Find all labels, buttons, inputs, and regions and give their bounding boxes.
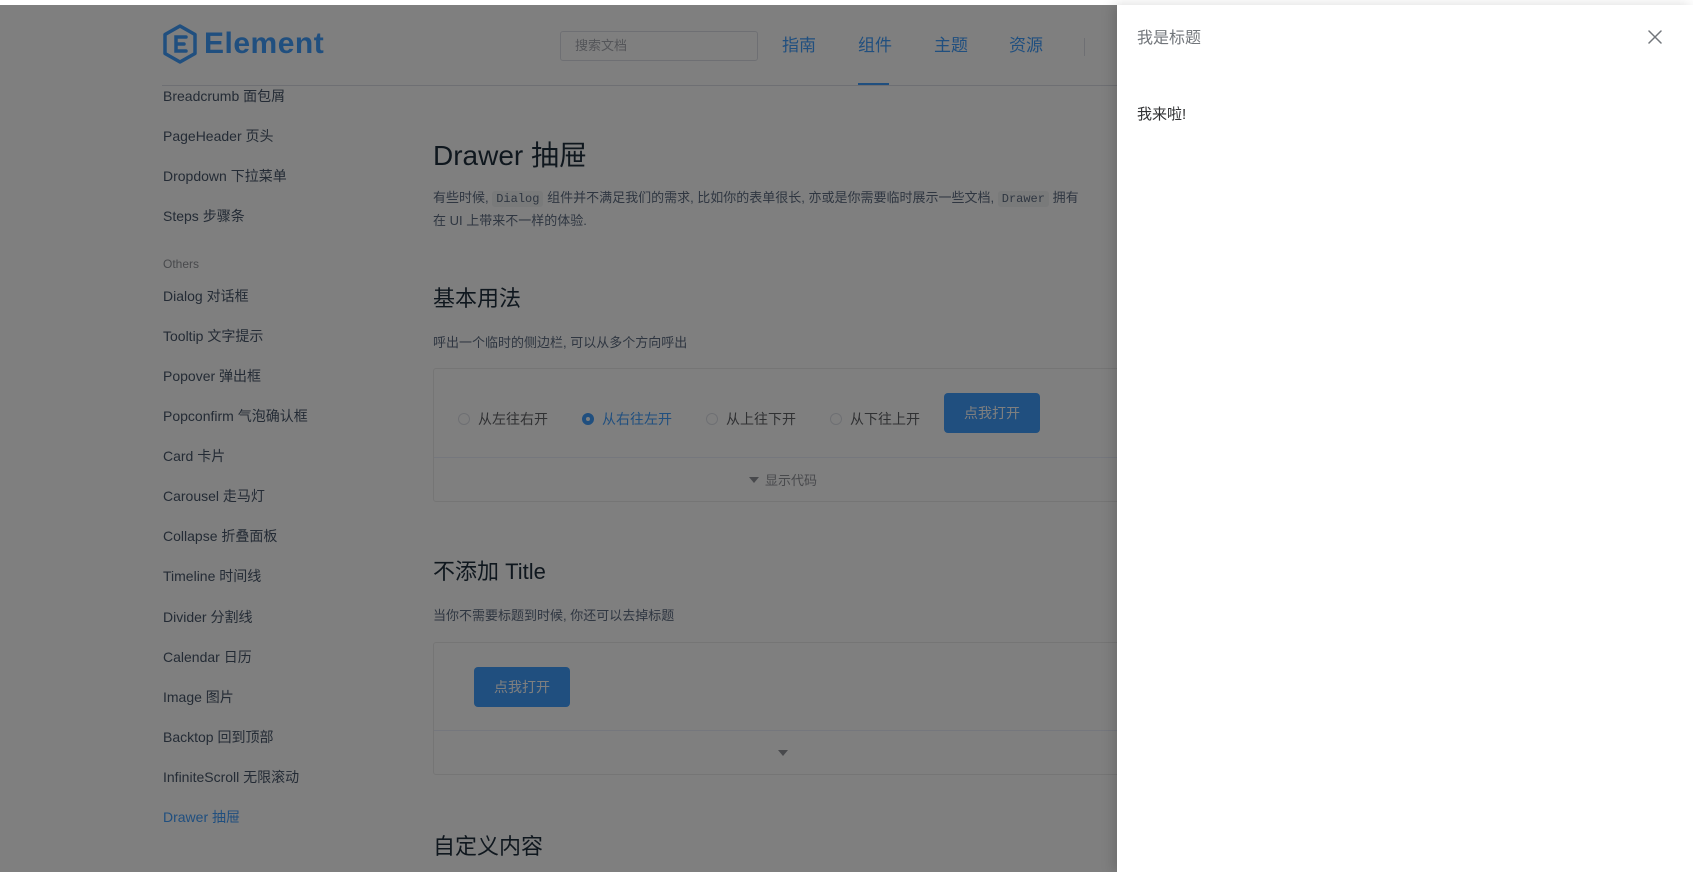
close-icon[interactable]: [1647, 29, 1663, 45]
drawer-panel: 我是标题 我来啦!: [1117, 5, 1693, 872]
drawer-body-text: 我来啦!: [1137, 106, 1187, 123]
drawer-title: 我是标题: [1137, 30, 1202, 47]
